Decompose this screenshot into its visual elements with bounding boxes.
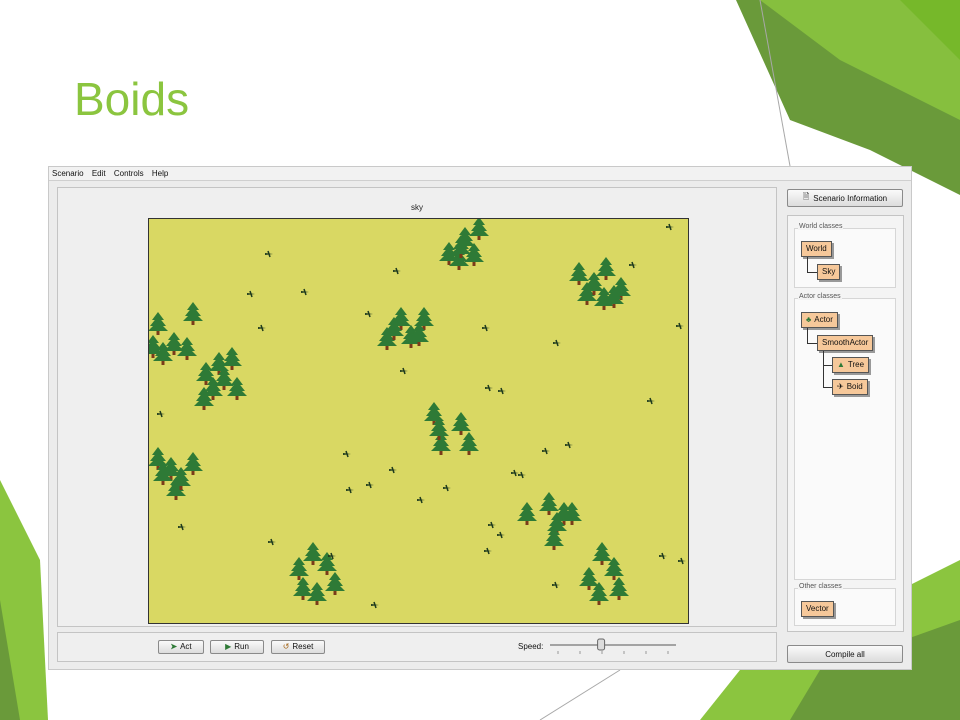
world-canvas[interactable]: [148, 218, 689, 624]
compile-all-label: Compile all: [825, 649, 865, 659]
class-tree-label: Tree: [847, 360, 865, 369]
inheritance-line: [807, 257, 808, 272]
inheritance-line: [807, 328, 808, 343]
run-label: Run: [234, 642, 249, 651]
other-classes-title: Other classes: [798, 583, 843, 590]
compile-all-button[interactable]: Compile all: [787, 645, 903, 663]
inheritance-line: [823, 387, 832, 388]
boid-icon: ✈: [837, 382, 844, 391]
menu-bar: Scenario Edit Controls Help: [49, 167, 911, 181]
run-icon: ▶: [225, 642, 232, 651]
actor-classes-title: Actor classes: [798, 293, 842, 300]
run-button[interactable]: ▶ Run: [210, 640, 264, 654]
class-sky[interactable]: Sky: [817, 264, 841, 280]
reset-button[interactable]: ↺ Reset: [271, 640, 325, 654]
class-boid-label: Boid: [846, 382, 863, 391]
inheritance-line: [823, 365, 832, 366]
act-label: Act: [180, 642, 192, 651]
class-vector-label: Vector: [806, 604, 829, 613]
tree-icon: ▲: [837, 360, 845, 369]
menu-scenario[interactable]: Scenario: [52, 169, 84, 178]
reset-label: Reset: [292, 642, 314, 651]
menu-help[interactable]: Help: [152, 169, 168, 178]
inheritance-line: [823, 351, 824, 387]
class-boid[interactable]: ✈ Boid: [832, 379, 868, 395]
world-panel: sky: [57, 187, 777, 627]
world-title: sky: [411, 203, 423, 212]
menu-controls[interactable]: Controls: [114, 169, 144, 178]
speed-slider-thumb[interactable]: [597, 638, 606, 651]
scenario-information-button[interactable]: 🗎 Scenario Information: [787, 189, 903, 207]
act-button[interactable]: ➤ Act: [158, 640, 204, 654]
menu-edit[interactable]: Edit: [92, 169, 106, 178]
world-classes-title: World classes: [798, 223, 844, 230]
class-actor[interactable]: ♣ Actor: [801, 312, 838, 328]
greenfoot-window: Scenario Edit Controls Help sky ➤ Act ▶ …: [48, 166, 912, 670]
actor-classes-group: Actor classes ♣ Actor SmoothActor ▲ Tree…: [794, 293, 896, 580]
world-scene: [149, 219, 687, 609]
boid-sprites: [156, 223, 687, 609]
document-icon: 🗎: [802, 192, 810, 201]
class-tree[interactable]: ▲ Tree: [832, 357, 870, 373]
class-world-label: World: [806, 244, 827, 253]
inheritance-line: [807, 343, 817, 344]
scenario-information-label: Scenario Information: [813, 193, 888, 203]
execution-controls: ➤ Act ▶ Run ↺ Reset Speed:: [57, 632, 777, 662]
class-sky-label: Sky: [822, 267, 836, 276]
slide-title: Boids: [74, 73, 190, 125]
class-smoothactor-label: SmoothActor: [822, 338, 869, 347]
class-browser: World classes World Sky Actor classes ♣ …: [787, 215, 904, 632]
class-vector[interactable]: Vector: [801, 601, 834, 617]
world-classes-group: World classes World Sky: [794, 223, 896, 288]
class-smoothactor[interactable]: SmoothActor: [817, 335, 874, 351]
reset-icon: ↺: [282, 642, 290, 651]
inheritance-line: [807, 272, 817, 273]
actor-icon: ♣: [806, 315, 812, 324]
class-actor-label: Actor: [814, 315, 833, 324]
speed-slider[interactable]: [550, 638, 676, 658]
speed-label: Speed:: [518, 642, 544, 651]
class-world[interactable]: World: [801, 241, 832, 257]
tree-sprites: [149, 219, 631, 605]
act-icon: ➤: [170, 642, 178, 651]
other-classes-group: Other classes Vector: [794, 583, 896, 626]
